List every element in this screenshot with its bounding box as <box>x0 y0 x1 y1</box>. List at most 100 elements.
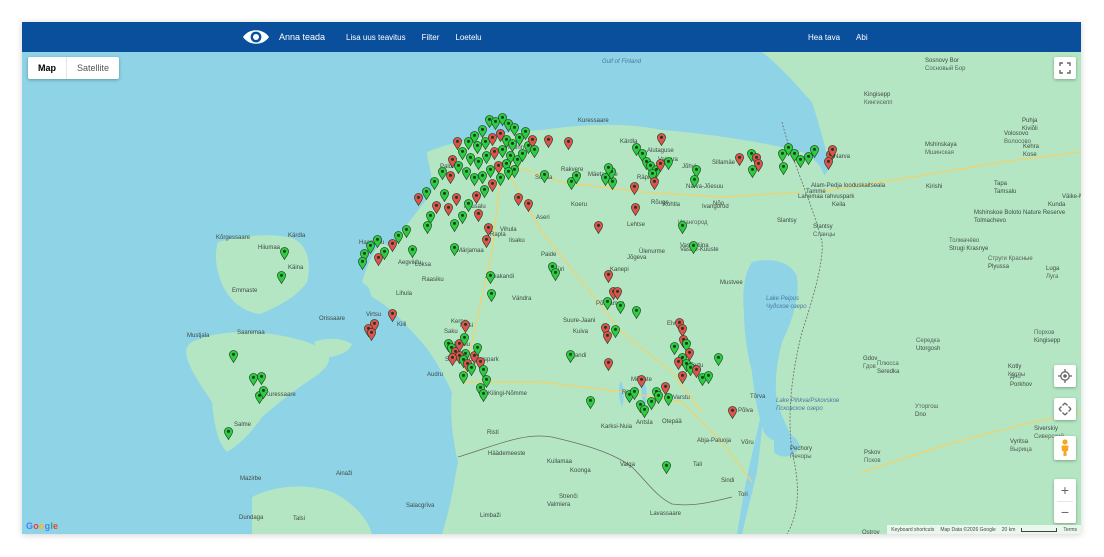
green-report-marker[interactable] <box>280 247 289 260</box>
red-report-marker[interactable] <box>446 171 455 184</box>
green-report-marker[interactable] <box>779 162 788 175</box>
green-report-marker[interactable] <box>504 167 513 180</box>
map-pin-icon <box>430 177 439 190</box>
map-canvas[interactable]: Map Satellite + − Gulf of Finland Soomaa… <box>22 52 1081 534</box>
green-report-marker[interactable] <box>486 271 495 284</box>
red-report-marker[interactable] <box>414 193 423 206</box>
green-report-marker[interactable] <box>473 343 482 356</box>
red-report-marker[interactable] <box>482 235 491 248</box>
red-report-marker[interactable] <box>564 137 573 150</box>
green-report-marker[interactable] <box>358 257 367 270</box>
red-report-marker[interactable] <box>657 133 666 146</box>
green-report-marker[interactable] <box>259 386 268 399</box>
keyboard-shortcuts-link[interactable]: Keyboard shortcuts <box>891 527 934 533</box>
red-report-marker[interactable] <box>453 137 462 150</box>
red-report-marker[interactable] <box>594 221 603 234</box>
nav-link-add-report[interactable]: Lisa uus teavitus <box>346 33 406 42</box>
my-location-button[interactable] <box>1054 365 1076 387</box>
green-report-marker[interactable] <box>572 171 581 184</box>
green-report-marker[interactable] <box>810 145 819 158</box>
red-report-marker[interactable] <box>604 270 613 283</box>
green-report-marker[interactable] <box>662 461 671 474</box>
green-report-marker[interactable] <box>551 268 560 281</box>
red-report-marker[interactable] <box>678 371 687 384</box>
green-report-marker[interactable] <box>664 157 673 170</box>
green-report-marker[interactable] <box>611 325 620 338</box>
map-pin-icon <box>657 133 666 146</box>
red-report-marker[interactable] <box>728 406 737 419</box>
green-report-marker[interactable] <box>540 170 549 183</box>
red-report-marker[interactable] <box>448 353 457 366</box>
map-pin-icon <box>259 386 268 399</box>
green-report-marker[interactable] <box>616 301 625 314</box>
red-report-marker[interactable] <box>374 253 383 266</box>
green-report-marker[interactable] <box>714 353 723 366</box>
green-report-marker[interactable] <box>459 371 468 384</box>
green-report-marker[interactable] <box>423 221 432 234</box>
fullscreen-button[interactable] <box>1054 57 1076 79</box>
green-report-marker[interactable] <box>422 187 431 200</box>
green-report-marker[interactable] <box>402 225 411 238</box>
green-report-marker[interactable] <box>690 175 699 188</box>
map-type-map-button[interactable]: Map <box>28 57 67 79</box>
red-report-marker[interactable] <box>631 203 640 216</box>
nav-link-help[interactable]: Abi <box>856 33 868 42</box>
terms-link[interactable]: Terms <box>1063 527 1077 533</box>
green-report-marker[interactable] <box>678 221 687 234</box>
nav-link-good-practice[interactable]: Hea tava <box>808 33 840 42</box>
camera-control-button[interactable] <box>1054 398 1076 420</box>
green-report-marker[interactable] <box>257 372 266 385</box>
red-report-marker[interactable] <box>524 199 533 212</box>
red-report-marker[interactable] <box>461 320 470 333</box>
map-footer: Keyboard shortcuts Map Data ©2026 Google… <box>887 525 1081 534</box>
red-report-marker[interactable] <box>613 287 622 300</box>
green-report-marker[interactable] <box>450 243 459 256</box>
red-report-marker[interactable] <box>828 145 837 158</box>
red-report-marker[interactable] <box>544 135 553 148</box>
green-report-marker[interactable] <box>586 396 595 409</box>
street-view-pegman-button[interactable] <box>1054 436 1076 460</box>
red-report-marker[interactable] <box>630 182 639 195</box>
green-report-marker[interactable] <box>704 371 713 384</box>
red-report-marker[interactable] <box>474 209 483 222</box>
green-report-marker[interactable] <box>604 163 613 176</box>
green-report-marker[interactable] <box>277 271 286 284</box>
green-report-marker[interactable] <box>467 363 476 376</box>
green-report-marker[interactable] <box>458 211 467 224</box>
green-report-marker[interactable] <box>566 350 575 363</box>
red-report-marker[interactable] <box>735 153 744 166</box>
green-report-marker[interactable] <box>689 241 698 254</box>
zoom-in-button[interactable]: + <box>1054 479 1076 501</box>
red-report-marker[interactable] <box>514 193 523 206</box>
green-report-marker[interactable] <box>479 389 488 402</box>
map-pin-icon <box>514 193 523 206</box>
green-report-marker[interactable] <box>530 145 539 158</box>
red-report-marker[interactable] <box>824 157 833 170</box>
nav-link-list[interactable]: Loetelu <box>455 33 481 42</box>
green-report-marker[interactable] <box>460 333 469 346</box>
zoom-out-button[interactable]: − <box>1054 501 1076 523</box>
green-report-marker[interactable] <box>430 177 439 190</box>
green-report-marker[interactable] <box>224 427 233 440</box>
green-report-marker[interactable] <box>229 350 238 363</box>
green-report-marker[interactable] <box>630 387 639 400</box>
green-report-marker[interactable] <box>487 289 496 302</box>
red-report-marker[interactable] <box>604 358 613 371</box>
map-pin-icon <box>229 350 238 363</box>
brand[interactable]: Anna teada <box>241 22 325 52</box>
green-report-marker[interactable] <box>748 165 757 178</box>
green-report-marker[interactable] <box>632 306 641 319</box>
nav-right: Hea tava Abi <box>808 22 868 52</box>
red-report-marker[interactable] <box>388 309 397 322</box>
red-report-marker[interactable] <box>367 328 376 341</box>
map-type-satellite-button[interactable]: Satellite <box>67 57 119 79</box>
green-report-marker[interactable] <box>664 393 673 406</box>
green-report-marker[interactable] <box>440 189 449 202</box>
green-report-marker[interactable] <box>408 245 417 258</box>
nav-link-filter[interactable]: Filter <box>422 33 440 42</box>
red-report-marker[interactable] <box>650 177 659 190</box>
map-pin-icon <box>572 171 581 184</box>
red-report-marker[interactable] <box>452 193 461 206</box>
map-pin-icon <box>631 203 640 216</box>
map-pin-icon <box>594 221 603 234</box>
